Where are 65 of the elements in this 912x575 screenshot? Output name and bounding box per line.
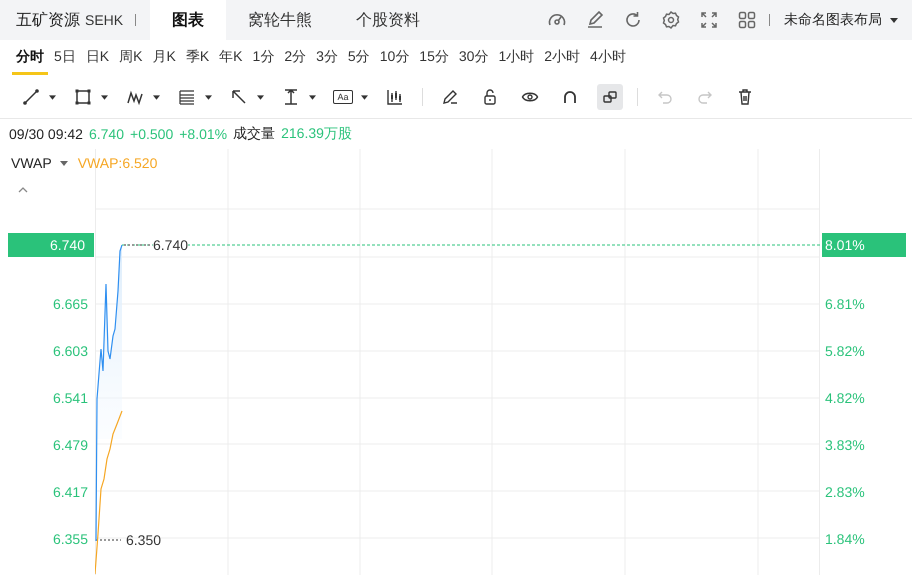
period-tab[interactable]: 2分 (280, 42, 310, 74)
period-tab[interactable]: 30分 (454, 42, 492, 74)
period-tab[interactable]: 分时 (12, 42, 48, 74)
price-axis-label: 6.355 (52, 530, 88, 548)
period-tab[interactable]: 10分 (376, 42, 414, 74)
edit-icon[interactable] (585, 10, 605, 30)
fullscreen-icon[interactable] (699, 10, 719, 30)
price-axis-label: 6.603 (52, 342, 88, 360)
dropdown-caret-icon[interactable] (49, 94, 56, 100)
tab[interactable]: 图表 (150, 0, 226, 40)
quote-time: 09/30 09:42 (9, 126, 83, 142)
dropdown-caret-icon[interactable] (153, 94, 160, 100)
period-tab[interactable]: 1分 (248, 42, 278, 74)
refresh-icon[interactable] (623, 10, 643, 30)
period-tab[interactable]: 1小时 (494, 42, 538, 74)
layers-tool-icon[interactable] (597, 84, 623, 110)
dropdown-caret-icon[interactable] (205, 94, 212, 100)
indicator-dropdown[interactable]: VWAP (11, 155, 68, 171)
text-tool-button[interactable]: Aa (330, 84, 356, 110)
percent-change-tag: 8.01% (822, 233, 906, 257)
percent-axis-label: 4.82% (825, 389, 865, 407)
period-tab[interactable]: 日K (82, 42, 114, 74)
period-tab[interactable]: 月K (148, 42, 180, 74)
period-tab[interactable]: 4小时 (586, 42, 630, 74)
percent-axis-label: 1.84% (825, 530, 865, 548)
period-tab[interactable]: 2小时 (540, 42, 584, 74)
layout-dropdown[interactable]: 未命名图表布局 (784, 11, 898, 29)
grid-icon[interactable] (737, 10, 757, 30)
period-tab[interactable]: 季K (182, 42, 214, 74)
price-axis-label: 6.665 (52, 295, 88, 313)
caret-icon (60, 160, 68, 166)
price-change: +0.500 (130, 126, 174, 142)
period-tab[interactable]: 5日 (50, 42, 80, 74)
dropdown-caret-icon[interactable] (257, 94, 264, 100)
volume-value: 216.39万股 (281, 125, 352, 143)
change-percent: +8.01% (179, 126, 228, 142)
period-tab[interactable]: 15分 (415, 42, 453, 74)
exchange-label: SEHK (85, 12, 124, 28)
high-price-label: 6.740 (153, 237, 188, 253)
tab[interactable]: 窝轮牛熊 (226, 0, 334, 40)
percent-axis-label: 5.82% (825, 342, 865, 360)
price-axis-label: 6.479 (52, 436, 88, 454)
stock-name: 五矿资源 (16, 10, 80, 30)
percent-axis-label: 3.83% (825, 436, 865, 454)
price-axis-label: 6.417 (52, 483, 88, 501)
period-tab[interactable]: 3分 (312, 42, 342, 74)
volume-label: 成交量 (233, 125, 276, 143)
dropdown-caret-icon[interactable] (101, 94, 108, 100)
dropdown-caret-icon[interactable] (361, 94, 368, 100)
price-axis-label: 6.541 (52, 389, 88, 407)
low-price-label: 6.350 (126, 532, 162, 548)
dropdown-caret-icon[interactable] (309, 94, 316, 100)
leader-line (124, 244, 152, 246)
caret-icon (890, 18, 898, 22)
vwap-value: VWAP:6.520 (78, 155, 158, 171)
period-tab[interactable]: 5分 (344, 42, 374, 74)
last-price-tag: 6.740 (8, 233, 94, 257)
percent-axis-label: 2.83% (825, 483, 865, 501)
collapse-icon[interactable] (18, 187, 28, 193)
tab[interactable]: 个股资料 (334, 0, 442, 40)
period-tab[interactable]: 年K (215, 42, 247, 74)
last-price: 6.740 (88, 126, 124, 142)
period-tab[interactable]: 周K (115, 42, 146, 74)
settings-icon[interactable] (661, 10, 681, 30)
percent-axis-label: 6.81% (825, 295, 865, 313)
